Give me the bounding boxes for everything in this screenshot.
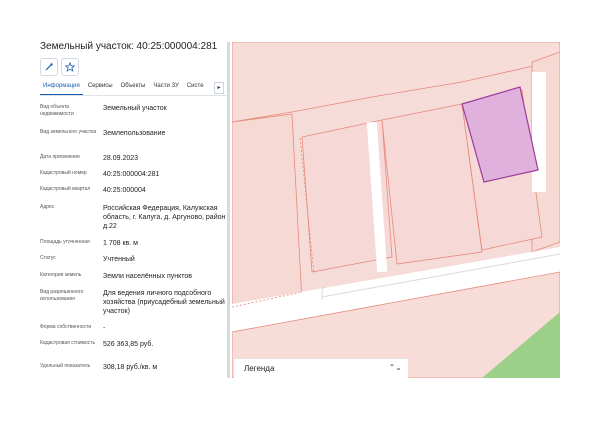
row-value: Землепользование: [103, 130, 166, 137]
row-value: 40:25:000004:281: [103, 171, 160, 178]
legend-panel[interactable]: Легенда ⌃⌄: [234, 358, 408, 378]
row-value: 40:25:000004: [103, 187, 146, 194]
row-value: 1 708 кв. м: [103, 240, 138, 247]
legend-label: Легенда: [244, 364, 275, 373]
row-label: Категория земель: [40, 272, 82, 278]
tab-parts[interactable]: Части ЗУ: [150, 81, 181, 95]
row-value: 28.09.2023: [103, 155, 139, 162]
row-label: Дата присвоения: [40, 154, 80, 160]
row-value: Учтенный: [103, 256, 135, 263]
row-label: Кадастровая стоимость: [40, 340, 96, 346]
tab-services[interactable]: Сервисы: [85, 81, 116, 95]
parcel[interactable]: [232, 113, 303, 313]
row-value: 308,18 руб./кв. м: [103, 364, 158, 371]
cadastral-map[interactable]: [232, 42, 560, 378]
row-label: Площадь уточненная: [40, 239, 90, 245]
panel-title: Земельный участок: 40:25:000004:281: [40, 41, 218, 52]
row-value: Земельный участок: [103, 105, 167, 112]
row-value: Земли населённых пунктов: [103, 273, 193, 280]
star-icon: [65, 62, 75, 72]
legend-toggle-icon[interactable]: ⌃⌄: [389, 363, 402, 372]
info-panel: Земельный участок: 40:25:000004:281 Инфо…: [35, 38, 230, 378]
row-label: Форма собственности: [40, 324, 92, 330]
row-label: Кадастровый номер: [40, 170, 87, 176]
favorite-button[interactable]: [61, 58, 79, 76]
row-value: 526 363,85 руб.: [103, 341, 154, 348]
tab-objects[interactable]: Объекты: [118, 81, 149, 95]
row-value: -: [103, 325, 106, 332]
map-view[interactable]: Легенда ⌃⌄: [232, 42, 560, 378]
row-label: Статус: [40, 255, 56, 261]
row-label: Вид разрешенного использования: [40, 289, 84, 302]
tab-information[interactable]: Информация: [40, 81, 83, 95]
panel-scrollbar[interactable]: [227, 42, 230, 378]
row-label: Вид объекта недвижимости: [40, 104, 74, 117]
tabs-scroll-right-button[interactable]: ▸: [214, 82, 224, 94]
row-label: Вид земельного участка: [40, 129, 97, 135]
row-value: Для ведения личного подсобного хозяйства…: [103, 290, 225, 315]
cadastral-tool-button[interactable]: [40, 58, 58, 76]
row-label: Кадастровый квартал: [40, 186, 91, 192]
tab-systems[interactable]: Систе: [184, 81, 207, 95]
row-label: Адрес: [40, 204, 55, 210]
row-label: Удельный показатель: [40, 363, 91, 369]
gap-strip: [532, 72, 546, 192]
row-value: Российская Федерация, Калужская область,…: [103, 205, 226, 230]
info-tabs: Информация Сервисы Объекты Части ЗУ Сист…: [40, 81, 228, 96]
wand-icon: [45, 63, 53, 71]
